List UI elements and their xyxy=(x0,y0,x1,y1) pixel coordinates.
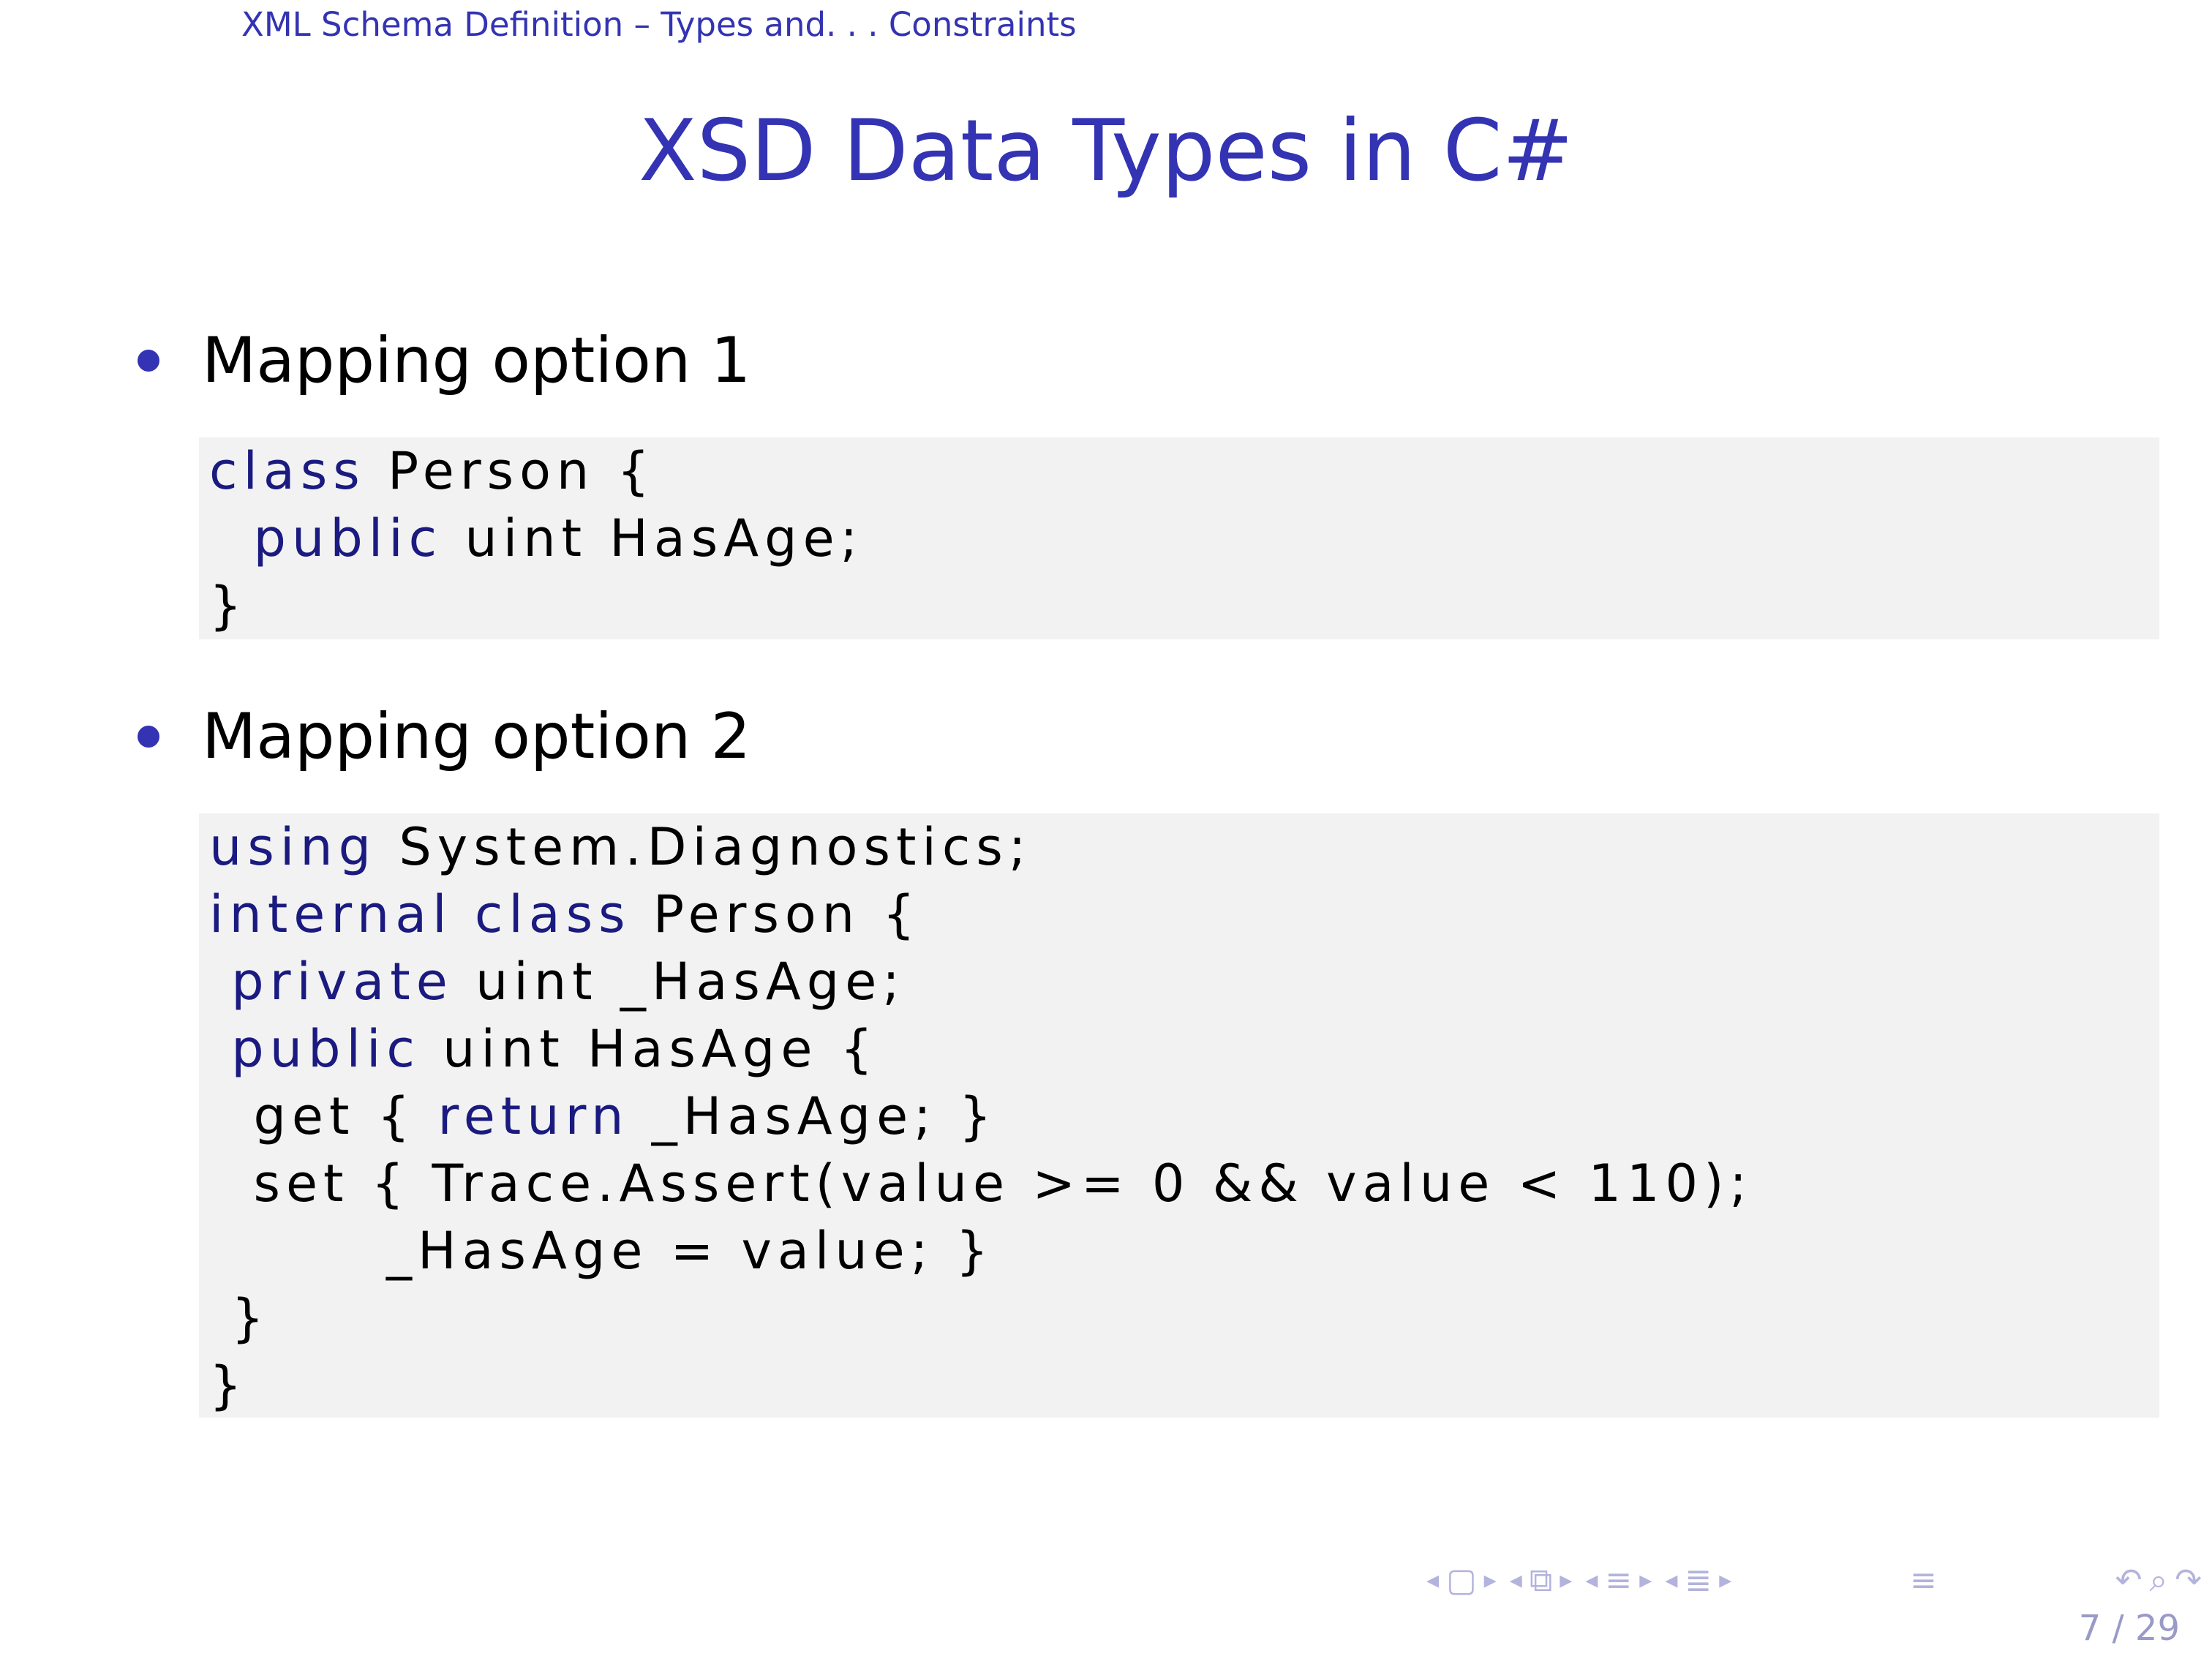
arrow-right-icon[interactable]: ▸ xyxy=(1560,1565,1572,1595)
header-section-title: XML Schema Definition – Types and. . . C… xyxy=(241,5,1077,44)
code-line: } xyxy=(209,1284,2159,1352)
slide-title: XSD Data Types in C# xyxy=(639,102,1573,200)
page-number: 7 / 29 xyxy=(2078,1608,2180,1649)
code-keyword: class xyxy=(474,884,631,944)
nav-subsection-group: ◂ ⧉ ▸ xyxy=(1510,1562,1573,1599)
code-text: uint HasAge; xyxy=(443,508,864,568)
code-text: Person { xyxy=(365,441,656,501)
code-block-mapping-2: using System.Diagnostics; internal class … xyxy=(199,813,2159,1418)
arrow-right-icon[interactable]: ▸ xyxy=(1719,1565,1731,1595)
code-line: set { Trace.Assert(value >= 0 && value <… xyxy=(209,1150,2159,1217)
code-line: } xyxy=(209,572,2159,639)
nav-history-group: ↶ ⌕ ↷ xyxy=(2115,1562,2202,1599)
code-text: uint HasAge { xyxy=(420,1019,879,1079)
nav-frame-group: ◂ ▢ ▸ xyxy=(1426,1562,1497,1599)
bullet-label: Mapping option 1 xyxy=(202,324,751,397)
nav-section-group: ◂ ≡ ▸ xyxy=(1585,1562,1652,1599)
align-icon[interactable]: ≡ xyxy=(1910,1562,1937,1599)
code-line: class Person { xyxy=(209,437,2159,505)
code-text: Person { xyxy=(631,884,921,944)
section-icon[interactable]: ≡ xyxy=(1605,1562,1632,1599)
code-text: get { xyxy=(209,1086,438,1146)
arrow-right-icon[interactable]: ▸ xyxy=(1639,1565,1652,1595)
code-text: set { Trace.Assert(value >= 0 && value <… xyxy=(209,1154,1753,1214)
code-keyword: return xyxy=(437,1086,630,1146)
arrow-left-icon[interactable]: ◂ xyxy=(1585,1565,1598,1595)
arrow-left-icon[interactable]: ◂ xyxy=(1665,1565,1677,1595)
back-icon[interactable]: ↶ xyxy=(2115,1562,2143,1599)
code-text: } xyxy=(209,576,248,636)
frame-icon[interactable]: ▢ xyxy=(1446,1562,1477,1599)
bullet-dot-icon xyxy=(138,726,159,748)
code-keyword: using xyxy=(209,817,377,877)
code-keyword: public xyxy=(253,508,443,568)
doc-icon[interactable]: ≣ xyxy=(1685,1562,1712,1599)
arrow-right-icon[interactable]: ▸ xyxy=(1484,1565,1497,1595)
bullet-item-2: Mapping option 2 xyxy=(138,696,750,777)
arrow-left-icon[interactable]: ◂ xyxy=(1510,1565,1522,1595)
code-block-mapping-1: class Person { public uint HasAge;} xyxy=(199,437,2159,639)
code-line: get { return _HasAge; } xyxy=(209,1083,2159,1150)
code-text: _HasAge = value; } xyxy=(209,1221,995,1281)
code-keyword: internal xyxy=(209,884,453,944)
bullet-item-1: Mapping option 1 xyxy=(138,320,750,401)
code-text: } xyxy=(209,1355,248,1415)
code-text: uint _HasAge; xyxy=(453,952,906,1012)
forward-icon[interactable]: ↷ xyxy=(2175,1562,2202,1599)
code-line: using System.Diagnostics; xyxy=(209,813,2159,881)
code-line: private uint _HasAge; xyxy=(209,948,2159,1015)
subsection-icon[interactable]: ⧉ xyxy=(1530,1562,1552,1599)
code-line: internal class Person { xyxy=(209,881,2159,948)
nav-document-group: ◂ ≣ ▸ xyxy=(1665,1562,1731,1599)
bullet-label: Mapping option 2 xyxy=(202,700,751,773)
code-line: public uint HasAge { xyxy=(209,1015,2159,1083)
arrow-left-icon[interactable]: ◂ xyxy=(1426,1565,1439,1595)
code-line: public uint HasAge; xyxy=(209,505,2159,572)
beamer-navigation-bar: ◂ ▢ ▸ ◂ ⧉ ▸ ◂ ≡ ▸ ◂ ≣ ▸ ≡ ↶ ⌕ ↷ xyxy=(1426,1558,2202,1602)
bullet-dot-icon xyxy=(138,350,159,372)
code-line: } xyxy=(209,1352,2159,1419)
search-icon[interactable]: ⌕ xyxy=(2150,1562,2168,1599)
code-text: } xyxy=(209,1288,270,1348)
code-text: System.Diagnostics; xyxy=(377,817,1032,877)
code-keyword: class xyxy=(209,441,366,501)
code-text: _HasAge; } xyxy=(629,1086,998,1146)
code-line: _HasAge = value; } xyxy=(209,1217,2159,1284)
code-keyword: public xyxy=(231,1019,421,1079)
code-keyword: private xyxy=(231,952,454,1012)
